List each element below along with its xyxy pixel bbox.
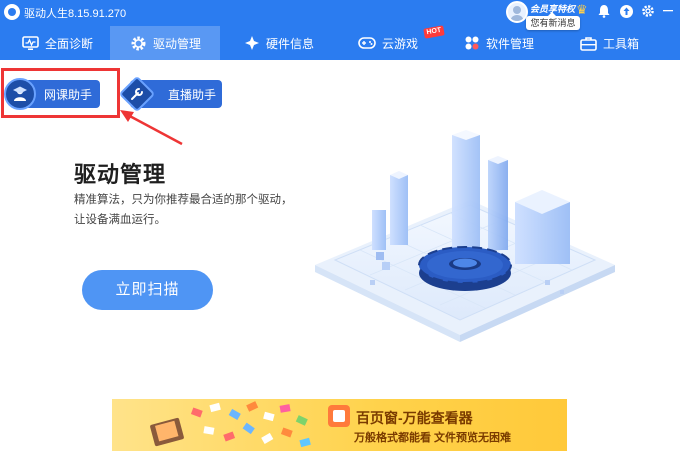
minimize-icon[interactable] [660, 4, 676, 20]
new-message-bubble[interactable]: 您有新消息 [526, 12, 580, 30]
monitor-icon [22, 35, 39, 50]
apps-icon [465, 36, 479, 50]
main-nav: 全面诊断 驱动管理 硬件信息 云游戏 软件管理 工具箱 [0, 26, 680, 60]
upgrade-icon[interactable] [618, 4, 634, 20]
banner-decoration-icon [150, 401, 311, 448]
title-bar-controls: 会员享特权 ♛ 您有新消息 [500, 0, 680, 30]
tab-full-diagnosis[interactable]: 全面诊断 [22, 26, 112, 60]
course-helper-button[interactable]: 网课助手 [4, 78, 100, 110]
tab-label: 全面诊断 [45, 36, 94, 51]
banner-title: 百页窗-万能查看器 [356, 410, 473, 426]
bell-icon[interactable] [596, 4, 612, 20]
live-helper-label: 直播助手 [168, 88, 217, 102]
pointer-arrow-icon [120, 110, 183, 146]
wrench-icon [131, 88, 143, 100]
tab-software-management[interactable]: 软件管理 [464, 26, 554, 60]
gear-icon [131, 36, 146, 50]
toolbox-icon [580, 36, 597, 51]
tab-label: 硬件信息 [266, 36, 315, 51]
description-line: 精准算法，只为你推荐最合适的那个驱动， [74, 194, 293, 206]
tab-label: 驱动管理 [153, 36, 202, 51]
scan-now-button[interactable]: 立即扫描 [82, 270, 213, 310]
tab-toolbox[interactable]: 工具箱 [580, 26, 660, 60]
page-title: 驱动管理 [74, 162, 167, 187]
page-description: 精准算法，只为你推荐最合适的那个驱动， 让设备满血运行。 [74, 190, 314, 230]
tab-label: 云游戏 [382, 36, 419, 51]
description-line: 让设备满血运行。 [74, 214, 166, 226]
course-helper-label: 网课助手 [44, 88, 93, 102]
chip-icon [245, 36, 259, 50]
settings-icon[interactable] [640, 4, 656, 20]
live-helper-button[interactable]: 直播助手 [118, 75, 222, 113]
banner-app-logo [328, 405, 350, 427]
tab-label: 软件管理 [486, 36, 535, 51]
tab-driver-management[interactable]: 驱动管理 [110, 26, 220, 60]
app-logo-icon [4, 4, 20, 20]
course-helper-icon [4, 78, 36, 110]
gamepad-icon [358, 37, 376, 49]
promo-banner[interactable]: 百页窗-万能查看器 万般格式都能看 文件预览无困难 [112, 399, 567, 451]
crown-icon[interactable]: ♛ [576, 3, 594, 17]
app-title: 驱动人生8.15.91.270 [24, 8, 127, 20]
banner-subtitle: 万般格式都能看 文件预览无困难 [354, 432, 512, 444]
tab-hardware-info[interactable]: 硬件信息 [244, 26, 334, 60]
driver-illustration [315, 130, 615, 342]
title-bar: 驱动人生8.15.91.270 会员享特权 ♛ 您有新消息 [0, 0, 680, 30]
user-avatar[interactable] [506, 1, 528, 23]
tab-label: 工具箱 [603, 36, 640, 51]
